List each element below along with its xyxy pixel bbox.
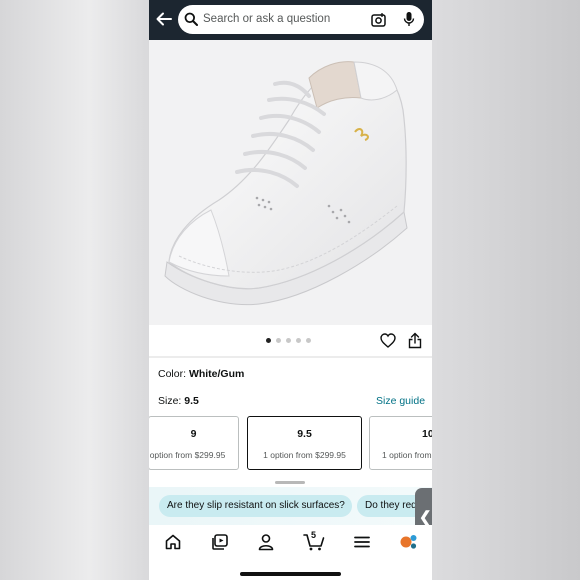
microphone-icon[interactable] <box>403 11 415 27</box>
size-option-card[interactable]: 9 option from $299.95 <box>149 416 239 470</box>
section-divider <box>149 356 432 358</box>
question-chip[interactable]: Are they slip resistant on slick surface… <box>159 495 352 517</box>
suggested-questions: Are they slip resistant on slick surface… <box>149 487 432 525</box>
size-option-card-selected[interactable]: 9.5 1 option from $299.95 <box>247 416 362 470</box>
pagination-dot[interactable] <box>276 338 281 343</box>
pagination-dot[interactable] <box>266 338 271 343</box>
size-option-price: 1 option from <box>382 450 432 460</box>
size-option-price: option from $299.95 <box>149 450 226 460</box>
size-label: Size: <box>158 395 182 407</box>
size-option-size: 9.5 <box>297 428 312 440</box>
video-library-icon[interactable] <box>211 533 229 551</box>
size-option-card[interactable]: 10 1 option from <box>369 416 432 470</box>
background-left <box>0 0 149 580</box>
product-image[interactable] <box>149 40 432 325</box>
size-option-size: 9 <box>190 428 197 440</box>
search-bar[interactable]: Search or ask a question <box>178 5 424 34</box>
color-selection: Color: White/Gum <box>158 368 244 380</box>
home-indicator <box>240 572 341 576</box>
size-value: 9.5 <box>184 395 199 407</box>
header-bar: Search or ask a question <box>149 0 432 40</box>
color-label: Color: <box>158 368 187 380</box>
search-icon <box>184 12 198 26</box>
camera-icon[interactable] <box>371 12 386 27</box>
menu-icon[interactable] <box>353 533 371 551</box>
phone-screen: Search or ask a question Color: White/Gu… <box>149 0 432 580</box>
size-option-size: 10 <box>422 428 432 440</box>
background-right <box>432 0 580 580</box>
chevron-left-icon: ❮ <box>419 509 432 526</box>
pagination-dot[interactable] <box>296 338 301 343</box>
size-guide-link[interactable]: Size guide <box>376 395 425 407</box>
account-icon[interactable] <box>257 533 275 551</box>
drag-handle[interactable] <box>275 481 305 484</box>
back-arrow-icon[interactable] <box>155 10 173 28</box>
pagination-dot[interactable] <box>306 338 311 343</box>
sneaker-image <box>164 61 408 306</box>
pagination-dot[interactable] <box>286 338 291 343</box>
search-input[interactable]: Search or ask a question <box>203 13 330 25</box>
size-option-price: 1 option from $299.95 <box>263 450 346 460</box>
rufus-assistant-icon[interactable] <box>399 533 419 551</box>
color-value: White/Gum <box>188 368 245 380</box>
home-icon[interactable] <box>164 533 182 551</box>
heart-icon[interactable] <box>380 333 396 348</box>
share-icon[interactable] <box>408 332 422 349</box>
size-selection: Size: 9.5 <box>158 395 199 407</box>
image-pagination-dots[interactable] <box>266 338 311 344</box>
cart-count-badge: 5 <box>311 530 317 540</box>
